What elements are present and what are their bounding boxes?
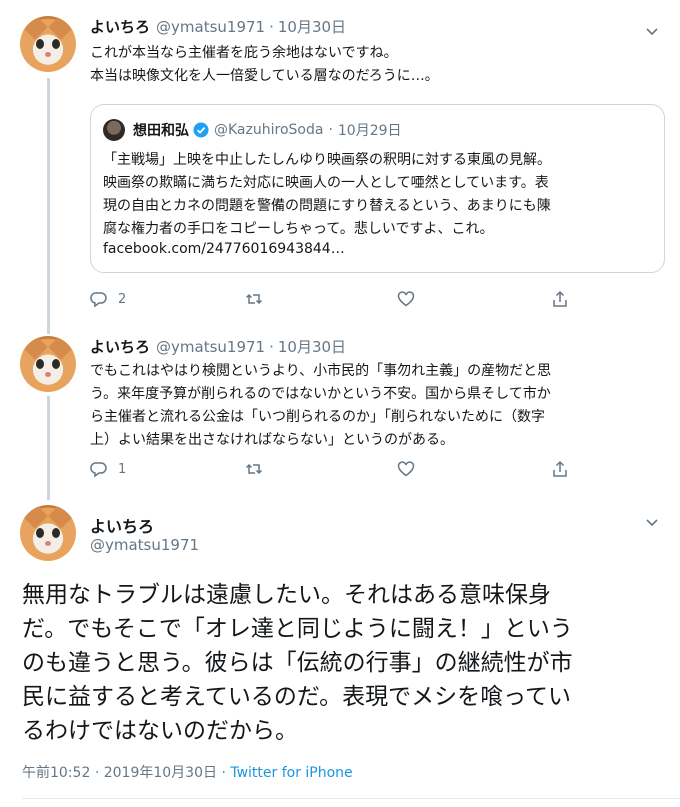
user-handle[interactable]: @ymatsu1971: [156, 338, 265, 356]
tweet-date[interactable]: 2019年10月30日: [104, 765, 217, 781]
user-handle: @KazuhiroSoda: [214, 122, 324, 138]
quoted-tweet-text: 「主戦場」上映を中止したしんゆり映画祭の釈明に対する東風の見解。 映画祭の欺瞞に…: [103, 152, 551, 237]
reply-count: 1: [118, 461, 127, 477]
display-name[interactable]: よいちろ: [90, 16, 150, 37]
heart-icon: [397, 461, 415, 477]
reply-count: 2: [118, 291, 127, 307]
verified-badge-icon: [193, 122, 209, 138]
tweet-date: 10月29日: [337, 123, 402, 139]
share-button[interactable]: [551, 460, 569, 478]
display-name[interactable]: よいちろ: [90, 336, 150, 357]
quoted-tweet[interactable]: 想田和弘 @KazuhiroSoda · 10月29日 「主戦場」上映を中止した…: [90, 104, 665, 273]
chevron-down-icon[interactable]: [646, 22, 658, 36]
retweet-button[interactable]: [245, 460, 273, 478]
user-handle[interactable]: @ymatsu1971: [90, 536, 199, 554]
avatar: [103, 119, 125, 141]
retweet-button[interactable]: [245, 290, 273, 308]
like-button[interactable]: [397, 460, 425, 478]
tweet-meta: 午前10:52 · 2019年10月30日 · Twitter for iPho…: [22, 762, 353, 782]
heart-icon: [397, 291, 415, 307]
retweet-icon: [245, 293, 263, 305]
separator: ·: [221, 765, 226, 781]
reply-icon: [90, 462, 107, 478]
avatar[interactable]: [20, 505, 76, 561]
separator: ·: [94, 765, 100, 781]
reply-button[interactable]: 2: [90, 290, 126, 308]
tweet-date[interactable]: 10月30日: [278, 336, 346, 357]
share-icon: [553, 290, 567, 307]
tweet-text: でもこれはやはり検閲というより、小市民的「事勿れ主義」の産物だと思 う。来年度予…: [90, 363, 552, 448]
reply-button[interactable]: 1: [90, 460, 126, 478]
quoted-tweet-header: 想田和弘 @KazuhiroSoda · 10月29日: [103, 119, 402, 141]
retweet-icon: [245, 463, 263, 475]
separator: ·: [328, 122, 333, 138]
tweet-date[interactable]: 10月30日: [278, 16, 346, 37]
tweet-time[interactable]: 午前10:52: [22, 765, 90, 781]
divider: [22, 798, 680, 799]
share-button[interactable]: [551, 290, 569, 308]
share-icon: [553, 460, 567, 477]
tweet-actions: 1: [90, 460, 580, 482]
display-name[interactable]: よいちろ: [90, 513, 154, 537]
main-tweet-text: 無用なトラブルは遠慮したい。それはある意味保身 だ。でもそこで「オレ達と同じよう…: [22, 582, 573, 744]
separator: ·: [269, 338, 274, 356]
like-button[interactable]: [397, 290, 425, 308]
quoted-tweet-link[interactable]: facebook.com/24776016943844…: [103, 241, 345, 257]
tweet-source-link[interactable]: Twitter for iPhone: [230, 765, 352, 781]
tweet-actions: 2: [90, 290, 580, 312]
tweet[interactable]: よいちろ @ymatsu1971 · 10月30日 これが本当なら主催者を庇う余…: [0, 0, 680, 330]
tweet-text: これが本当なら主催者を庇う余地はないですね。 本当は映像文化を人一倍愛している層…: [90, 45, 439, 84]
tweet-header: よいちろ @ymatsu1971 · 10月30日: [90, 336, 346, 357]
reply-icon: [90, 292, 107, 308]
separator: ·: [269, 18, 274, 36]
avatar[interactable]: [20, 16, 76, 72]
user-handle[interactable]: @ymatsu1971: [156, 18, 265, 36]
chevron-down-icon[interactable]: [646, 513, 658, 527]
tweet-header: よいちろ @ymatsu1971 · 10月30日: [90, 16, 346, 37]
display-name: 想田和弘: [133, 123, 189, 139]
avatar[interactable]: [20, 336, 76, 392]
tweet[interactable]: よいちろ @ymatsu1971 · 10月30日 でもこれはやはり検閲というよ…: [0, 320, 680, 500]
